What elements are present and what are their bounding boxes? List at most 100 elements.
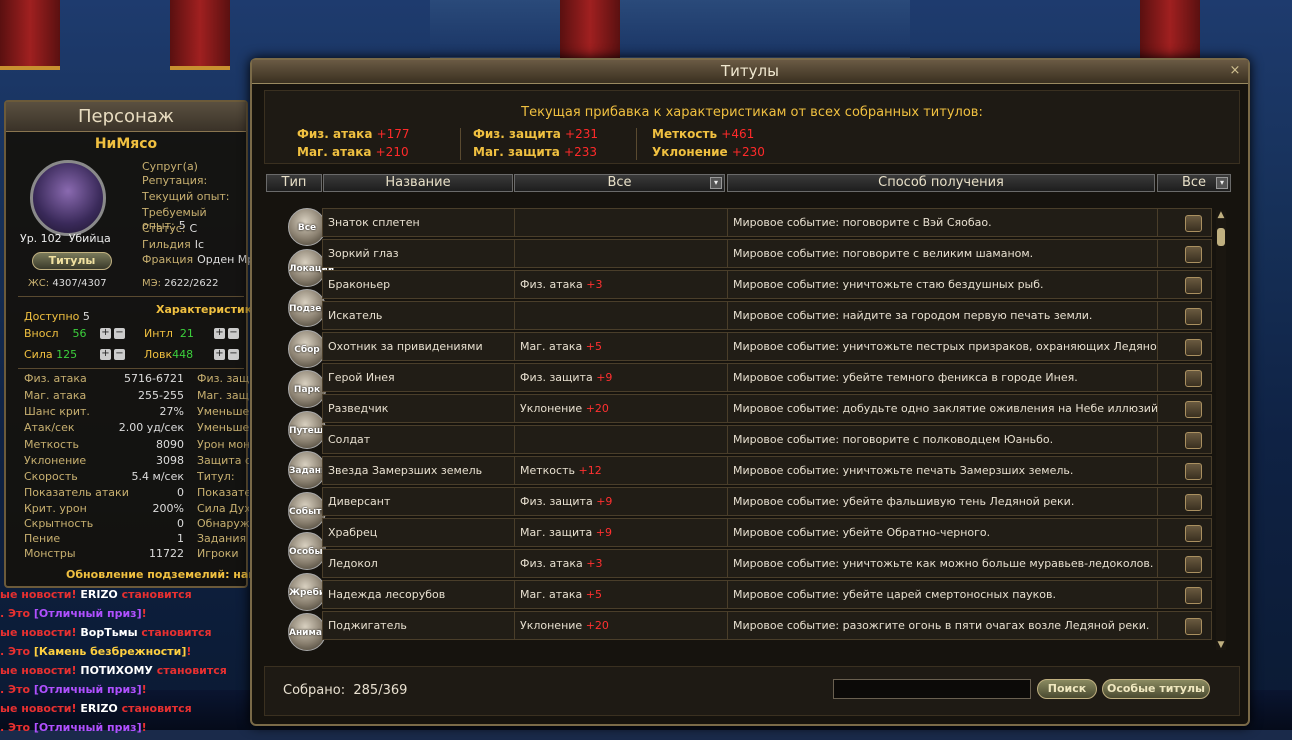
stat-filter-dropdown[interactable]: Все ▾ — [514, 174, 725, 192]
category-filter-button[interactable]: Жребий — [288, 572, 331, 611]
mp-value: МЭ: 2622/2622 — [142, 278, 219, 289]
info-reputation: Репутация: — [142, 174, 208, 187]
titles-button[interactable]: Титулы — [32, 252, 112, 270]
status-filter-dropdown[interactable]: Все ▾ — [1157, 174, 1231, 192]
table-row[interactable]: Храбрец Маг. защита +9 Мировое событие: уб… — [322, 518, 1212, 547]
stat-value: +20 — [585, 619, 609, 632]
stat-label: Физ. атака — [520, 278, 583, 291]
title-stat: Физ. защита +9 — [515, 364, 728, 391]
divider — [18, 296, 244, 297]
table-row[interactable]: Ледокол Физ. атака +3 Мировое событие: уни… — [322, 549, 1212, 578]
title-status-checkbox[interactable] — [1185, 525, 1202, 542]
stat-row: Крит. урон 200% — [24, 502, 184, 515]
stat-label: Физ. защита — [520, 495, 593, 508]
intellect-minus-button[interactable]: − — [228, 328, 239, 339]
title-status-checkbox[interactable] — [1185, 432, 1202, 449]
category-filter-button[interactable]: События — [288, 491, 334, 530]
chevron-down-icon[interactable]: ▾ — [710, 177, 722, 189]
stat-label: Уклонение — [520, 619, 583, 632]
title-status-checkbox[interactable] — [1185, 215, 1202, 232]
strength-plus-button[interactable]: + — [100, 349, 111, 360]
table-row[interactable]: Герой Инея Физ. защита +9 Мировое событие:… — [322, 363, 1212, 392]
category-filter-button[interactable]: Подзем. — [288, 289, 332, 327]
vitality-minus-button[interactable]: − — [114, 328, 125, 339]
title-status-checkbox[interactable] — [1185, 494, 1202, 511]
scroll-up-icon[interactable]: ▲ — [1216, 210, 1226, 220]
table-row[interactable]: Звезда Замерзших земель Меткость +12 Миров… — [322, 456, 1212, 485]
table-row[interactable]: Искатель Мировое событие: найдите за гор… — [322, 301, 1212, 330]
character-panel-title[interactable]: Персонаж — [6, 102, 246, 132]
table-row[interactable]: Солдат Мировое событие: поговорите с пол… — [322, 425, 1212, 454]
category-filter-button[interactable]: Анимация — [288, 613, 341, 651]
table-row[interactable]: Диверсант Физ. защита +9 Мировое событие: … — [322, 487, 1212, 516]
stat-right-label: Задания — [197, 532, 247, 545]
chevron-down-icon[interactable]: ▾ — [1216, 177, 1228, 189]
stat-row: Скорость 5.4 м/сек — [24, 470, 184, 483]
title-status-checkbox[interactable] — [1185, 370, 1202, 387]
table-row[interactable]: Знаток сплетен Мировое событие: поговори… — [322, 208, 1212, 237]
scroll-down-icon[interactable]: ▼ — [1216, 640, 1226, 650]
table-row[interactable]: Надежда лесорубов Маг. атака +5 Мировое со… — [322, 580, 1212, 609]
character-level: Ур. 102 Убийца — [20, 232, 111, 245]
category-filter-button[interactable]: Особые — [288, 532, 329, 570]
title-status-checkbox[interactable] — [1185, 463, 1202, 480]
table-row[interactable]: Браконьер Физ. атака +3 Мировое событие: у… — [322, 270, 1212, 299]
intellect-plus-button[interactable]: + — [214, 328, 225, 339]
category-filter-button[interactable]: Локации — [288, 248, 334, 287]
title-stat: Физ. атака +3 — [515, 271, 728, 298]
stat-right-label: Показате — [197, 486, 249, 499]
search-button[interactable]: Поиск — [1037, 679, 1097, 699]
title-name: Ледокол — [323, 550, 515, 577]
stat-right-label: Уменьше — [197, 421, 249, 434]
special-titles-button[interactable]: Особые титулы — [1102, 679, 1210, 699]
dexterity-minus-button[interactable]: − — [228, 349, 239, 360]
category-filter-button[interactable]: Все — [288, 208, 326, 246]
title-status-checkbox[interactable] — [1185, 246, 1202, 263]
category-filter-button[interactable]: Парк — [288, 370, 326, 408]
chat-segment: становится — [117, 702, 192, 715]
vitality-plus-button[interactable]: + — [100, 328, 111, 339]
chat-message: ые новости! ERIZO становится — [0, 702, 260, 721]
character-panel: Персонаж НиМясо Ур. 102 Убийца Титулы Су… — [4, 100, 278, 588]
title-status-checkbox[interactable] — [1185, 618, 1202, 635]
chat-segment: ERIZO — [80, 702, 118, 715]
stat-right-label: Сила Дух — [197, 502, 249, 515]
stat-right-label: Уменьше — [197, 405, 249, 418]
title-status-checkbox[interactable] — [1185, 308, 1202, 325]
title-status-checkbox[interactable] — [1185, 339, 1202, 356]
title-method: Мировое событие: убейте темного феникса … — [728, 364, 1158, 391]
chat-segment: ! — [141, 607, 147, 620]
info-spouse: Супруг(а) — [142, 160, 198, 173]
title-status-checkbox[interactable] — [1185, 587, 1202, 604]
title-name: Храбрец — [323, 519, 515, 546]
chat-segment: . Это — [0, 607, 34, 620]
scrollbar-thumb[interactable] — [1217, 228, 1225, 246]
strength-minus-button[interactable]: − — [114, 349, 125, 360]
table-row[interactable]: Зоркий глаз Мировое событие: поговорите … — [322, 239, 1212, 268]
table-row[interactable]: Поджигатель Уклонение +20 Мировое событие:… — [322, 611, 1212, 640]
title-stat: Уклонение +20 — [515, 612, 728, 639]
table-row[interactable]: Охотник за привидениями Маг. атака +5 Миро… — [322, 332, 1212, 361]
title-status-checkbox[interactable] — [1185, 556, 1202, 573]
stat-row: Физ. атака 5716-6721 — [24, 372, 184, 385]
table-row[interactable]: Разведчик Уклонение +20 Мировое событие: д… — [322, 394, 1212, 423]
list-scrollbar[interactable]: ▲ ▼ — [1216, 210, 1226, 650]
bonus-mag-defense: Маг. защита +233 — [473, 145, 597, 159]
chat-segment: [Отличный приз] — [33, 721, 142, 734]
dexterity-plus-button[interactable]: + — [214, 349, 225, 360]
background-pillar — [170, 0, 230, 70]
category-filter-button[interactable]: Путеш. — [288, 410, 327, 449]
title-method: Мировое событие: поговорите с полководце… — [728, 426, 1158, 453]
title-name: Поджигатель — [323, 612, 515, 639]
search-input[interactable] — [833, 679, 1031, 699]
footer: Собрано: 285/369 Поиск Особые титулы — [264, 666, 1240, 716]
stat-right-label: Титул: — [197, 470, 235, 483]
window-title[interactable]: Титулы — [252, 60, 1248, 84]
close-icon[interactable]: × — [1228, 64, 1242, 78]
stat-row: Скрытность 0 — [24, 517, 184, 530]
title-status-checkbox[interactable] — [1185, 401, 1202, 418]
title-status-checkbox[interactable] — [1185, 277, 1202, 294]
chat-segment: становится — [137, 626, 212, 639]
category-filter-button[interactable]: Сбор — [288, 329, 326, 368]
category-filter-button[interactable]: Задания — [288, 451, 333, 489]
